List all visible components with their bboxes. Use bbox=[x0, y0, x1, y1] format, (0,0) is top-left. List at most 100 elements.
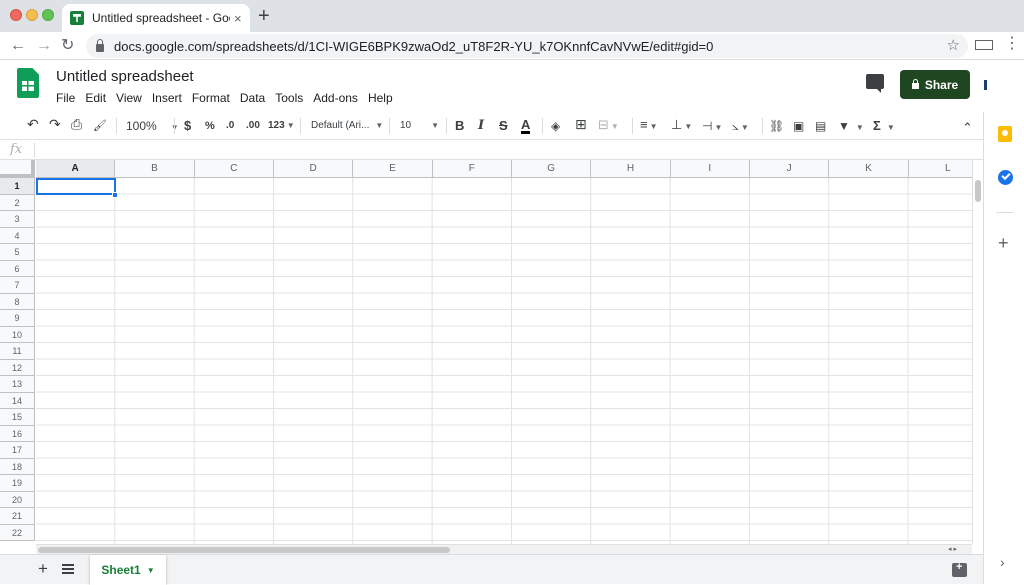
functions-icon[interactable]: Σ ▼ bbox=[873, 118, 895, 136]
percent-format-button[interactable]: % bbox=[205, 118, 215, 134]
column-header-c[interactable]: C bbox=[194, 160, 274, 178]
browser-menu-icon[interactable]: ⋮ bbox=[1004, 36, 1020, 52]
scroll-arrows-icon[interactable]: ◂ ▸ bbox=[948, 545, 957, 553]
row-header-16[interactable]: 16 bbox=[0, 425, 35, 442]
window-minimize-button[interactable] bbox=[26, 9, 38, 21]
row-header-8[interactable]: 8 bbox=[0, 293, 35, 310]
sheets-logo-icon[interactable] bbox=[17, 68, 39, 98]
row-header-10[interactable]: 10 bbox=[0, 326, 35, 343]
menu-help[interactable]: Help bbox=[368, 91, 393, 105]
font-family-select[interactable]: Default (Ari... ▼ bbox=[311, 118, 383, 134]
row-header-20[interactable]: 20 bbox=[0, 491, 35, 508]
menu-data[interactable]: Data bbox=[240, 91, 265, 105]
paint-format-icon[interactable]: 🖌 bbox=[93, 118, 107, 134]
column-header-e[interactable]: E bbox=[353, 160, 433, 178]
insert-link-icon[interactable]: ⛓ bbox=[769, 118, 784, 134]
share-button[interactable]: Share bbox=[900, 70, 970, 99]
sheet-tab-sheet1[interactable]: Sheet1 ▼ bbox=[90, 555, 166, 585]
row-header-12[interactable]: 12 bbox=[0, 359, 35, 376]
new-tab-button[interactable]: + bbox=[258, 6, 270, 26]
account-avatar[interactable] bbox=[984, 80, 1014, 90]
menu-format[interactable]: Format bbox=[192, 91, 230, 105]
column-header-j[interactable]: J bbox=[749, 160, 830, 178]
row-header-14[interactable]: 14 bbox=[0, 392, 35, 409]
select-all-corner[interactable] bbox=[0, 160, 35, 178]
fill-handle[interactable] bbox=[112, 192, 118, 198]
currency-format-button[interactable]: $ bbox=[184, 118, 191, 134]
row-header-1[interactable]: 1 bbox=[0, 178, 35, 195]
fill-color-icon[interactable]: ◈ bbox=[551, 118, 560, 134]
text-rotation-icon[interactable]: ⦣ ▼ bbox=[732, 118, 749, 136]
decrease-decimal-button[interactable]: .0 bbox=[226, 118, 234, 134]
menu-tools[interactable]: Tools bbox=[275, 91, 303, 105]
keep-icon[interactable] bbox=[998, 126, 1012, 142]
get-addons-button[interactable]: + bbox=[998, 234, 1009, 252]
document-title[interactable]: Untitled spreadsheet bbox=[56, 68, 194, 85]
expand-panel-icon[interactable]: › bbox=[1000, 554, 1005, 570]
row-header-21[interactable]: 21 bbox=[0, 508, 35, 525]
vertical-scroll-thumb[interactable] bbox=[975, 180, 981, 202]
row-header-18[interactable]: 18 bbox=[0, 458, 35, 475]
menu-insert[interactable]: Insert bbox=[152, 91, 182, 105]
menu-file[interactable]: File bbox=[56, 91, 75, 105]
window-close-button[interactable] bbox=[10, 9, 22, 21]
row-header-6[interactable]: 6 bbox=[0, 260, 35, 277]
tab-close-icon[interactable]: × bbox=[234, 11, 242, 26]
menu-view[interactable]: View bbox=[116, 91, 142, 105]
comments-icon[interactable] bbox=[866, 74, 884, 93]
strikethrough-button[interactable]: S bbox=[499, 118, 508, 134]
formula-input[interactable] bbox=[42, 143, 972, 157]
zoom-select[interactable]: 100%▼ bbox=[126, 118, 179, 136]
back-button[interactable]: ← bbox=[10, 36, 26, 56]
increase-decimal-button[interactable]: .00 bbox=[246, 118, 260, 134]
reload-button[interactable]: ↻ bbox=[61, 36, 74, 56]
column-header-h[interactable]: H bbox=[591, 160, 671, 178]
vertical-align-icon[interactable]: ⊥ ▼ bbox=[671, 117, 692, 135]
menu-edit[interactable]: Edit bbox=[85, 91, 106, 105]
browser-tab[interactable]: Untitled spreadsheet - Google × bbox=[62, 4, 250, 32]
omnibox[interactable]: docs.google.com/spreadsheets/d/1CI-WIGE6… bbox=[86, 34, 968, 58]
more-formats-select[interactable]: 123 ▼ bbox=[268, 118, 295, 134]
row-header-11[interactable]: 11 bbox=[0, 343, 35, 360]
row-header-3[interactable]: 3 bbox=[0, 211, 35, 228]
bold-button[interactable]: B bbox=[455, 118, 464, 134]
row-header-17[interactable]: 17 bbox=[0, 442, 35, 459]
font-size-select[interactable]: 10 ▼ bbox=[400, 118, 439, 134]
row-header-2[interactable]: 2 bbox=[0, 194, 35, 211]
vertical-scrollbar[interactable] bbox=[972, 160, 983, 544]
column-header-d[interactable]: D bbox=[273, 160, 354, 178]
add-sheet-button[interactable]: + bbox=[38, 559, 48, 579]
row-header-15[interactable]: 15 bbox=[0, 409, 35, 426]
horizontal-scroll-thumb[interactable] bbox=[38, 547, 450, 553]
filter-icon[interactable]: ▼ ▼ bbox=[838, 118, 864, 136]
collapse-toolbar-icon[interactable]: ⌃ bbox=[962, 120, 973, 136]
column-header-i[interactable]: I bbox=[670, 160, 750, 178]
url-text[interactable]: docs.google.com/spreadsheets/d/1CI-WIGE6… bbox=[114, 39, 713, 54]
extension-icon[interactable] bbox=[975, 40, 993, 50]
text-color-button[interactable]: A bbox=[521, 118, 531, 134]
active-cell-a1[interactable] bbox=[36, 178, 116, 195]
row-header-19[interactable]: 19 bbox=[0, 475, 35, 492]
text-wrapping-icon[interactable]: ⊣ ▼ bbox=[702, 118, 722, 136]
row-header-7[interactable]: 7 bbox=[0, 277, 35, 294]
column-header-l[interactable]: L bbox=[908, 160, 972, 178]
row-header-4[interactable]: 4 bbox=[0, 227, 35, 244]
redo-icon[interactable]: ↷ bbox=[49, 116, 61, 132]
horizontal-align-icon[interactable]: ≡ ▼ bbox=[640, 117, 658, 135]
undo-icon[interactable]: ↶ bbox=[27, 116, 39, 132]
all-sheets-icon[interactable] bbox=[62, 564, 74, 574]
column-header-g[interactable]: G bbox=[511, 160, 592, 178]
row-header-5[interactable]: 5 bbox=[0, 244, 35, 261]
cell-area[interactable] bbox=[36, 178, 972, 544]
row-header-9[interactable]: 9 bbox=[0, 310, 35, 327]
insert-comment-icon[interactable]: ▣ bbox=[793, 118, 804, 134]
italic-button[interactable]: I bbox=[478, 118, 484, 134]
column-header-k[interactable]: K bbox=[829, 160, 909, 178]
borders-icon[interactable]: ⊞ bbox=[575, 116, 587, 132]
print-icon[interactable]: ⎙ bbox=[71, 116, 82, 132]
column-header-f[interactable]: F bbox=[432, 160, 512, 178]
column-header-a[interactable]: A bbox=[36, 160, 116, 178]
merge-cells-icon[interactable]: ⊟ ▼ bbox=[598, 117, 619, 135]
chevron-down-icon[interactable]: ▼ bbox=[147, 566, 155, 575]
horizontal-scrollbar[interactable] bbox=[36, 544, 972, 554]
